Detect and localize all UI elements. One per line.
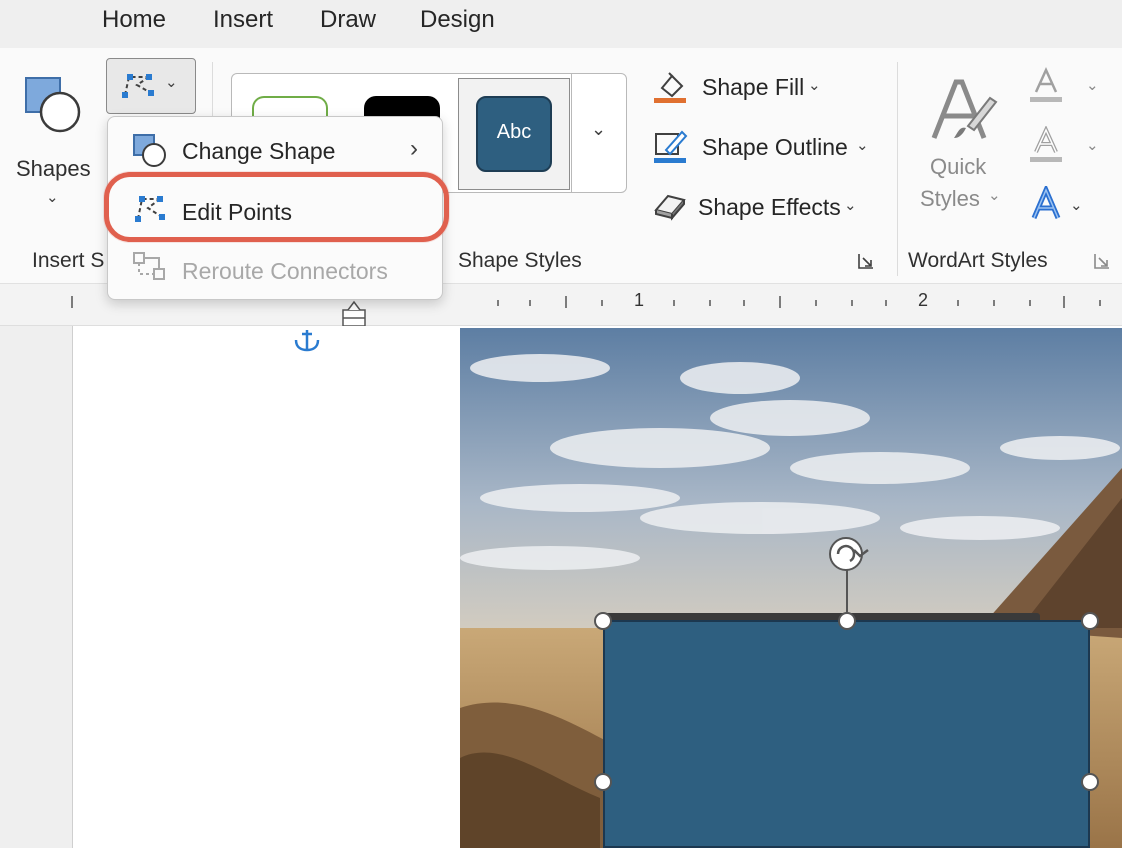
quick-styles-label-2: Styles [920,186,980,211]
tab-draw[interactable]: Draw [320,6,376,34]
group-label-shape-styles: Shape Styles [458,249,582,272]
gallery-more-button[interactable]: ⌄ [571,73,627,193]
text-fill-button[interactable]: ⌄ [1026,66,1116,110]
chevron-down-icon: ⌄ [1086,137,1099,154]
shape-fill-button[interactable]: Shape Fill ⌄ [650,66,880,110]
quick-styles-icon [931,79,998,139]
shape-outline-icon [654,130,688,163]
text-outline-icon [1030,126,1062,162]
change-shape-icon [133,134,166,167]
shape-outline-button[interactable]: Shape Outline ⌄ [650,126,880,170]
tab-design[interactable]: Design [420,6,495,34]
chevron-down-icon: ⌄ [46,189,59,206]
rotate-handle-icon[interactable] [824,532,874,576]
text-effects-button[interactable]: ⌄ [1026,186,1116,230]
resize-handle-top-center[interactable] [838,612,856,630]
chevron-right-icon: › [410,135,418,162]
menu-label: Change Shape [182,138,336,164]
shape-outline-label: Shape Outline [702,134,848,160]
text-effects-icon [1031,186,1061,219]
chevron-down-icon: ⌄ [808,77,821,94]
group-separator [897,62,898,276]
chevron-down-icon: ⌄ [1086,77,1099,94]
text-outline-button[interactable]: ⌄ [1026,126,1116,170]
document-left-margin [0,326,73,848]
edit-shape-icon [122,74,154,98]
edit-shape-button[interactable]: ⌄ [106,58,196,114]
tab-insert[interactable]: Insert [213,6,273,34]
resize-handle-top-right[interactable] [1081,612,1099,630]
shapes-label: Shapes [16,156,91,181]
menu-item-reroute-connectors: Reroute Connectors [108,243,442,299]
dialog-launcher-icon[interactable] [1093,252,1111,270]
menu-item-change-shape[interactable]: Change Shape › [108,123,442,179]
shape-fill-icon [654,72,686,103]
quick-styles-button[interactable]: Quick Styles ⌄ [912,70,1008,220]
chevron-down-icon: ⌄ [844,197,857,214]
shape-fill-label: Shape Fill [702,74,805,100]
chevron-down-icon: ⌄ [856,137,869,154]
chevron-down-icon: ⌄ [165,74,178,91]
selected-rectangle-shape[interactable] [603,620,1090,848]
chevron-down-icon: ⌄ [591,119,607,139]
shape-effects-label: Shape Effects [698,194,841,220]
dialog-launcher-icon[interactable] [857,252,875,270]
chevron-down-icon: ⌄ [1070,197,1083,214]
tab-home[interactable]: Home [102,6,166,34]
ruler-mark-2: 2 [918,290,929,310]
shape-effects-icon [654,194,686,221]
quick-styles-label-1: Quick [930,154,987,179]
group-label-insert-shapes: Insert S [32,249,105,272]
anchor-icon [294,330,320,352]
menu-label: Reroute Connectors [182,258,388,284]
shapes-icon [25,77,81,133]
shapes-button[interactable]: Shapes ⌄ [10,70,96,220]
ruler-mark-1: 1 [634,290,645,310]
ribbon-tab-bar: Home Insert Draw Design [0,0,1122,48]
shape-effects-button[interactable]: Shape Effects ⌄ [650,186,880,230]
edit-points-highlight [104,172,449,242]
style-swatch-selected[interactable]: Abc [476,96,552,172]
chevron-down-icon: ⌄ [988,187,1001,204]
resize-handle-middle-right[interactable] [1081,773,1099,791]
group-label-wordart-styles: WordArt Styles [908,249,1048,272]
resize-handle-middle-left[interactable] [594,773,612,791]
reroute-connectors-icon [133,252,165,280]
resize-handle-top-left[interactable] [594,612,612,630]
text-fill-icon [1030,66,1062,102]
